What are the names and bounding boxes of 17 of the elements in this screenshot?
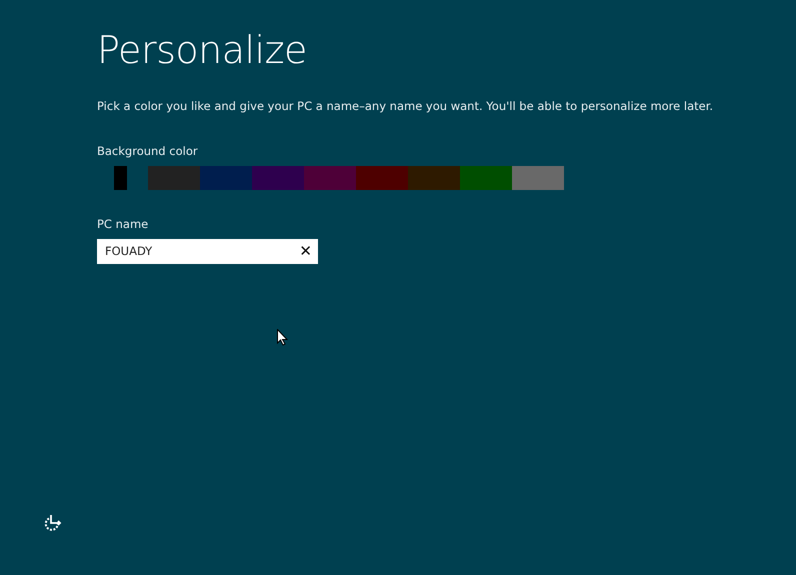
instruction-text: Pick a color you like and give your PC a name–any name you want. You'll be able to personalize more later.: [97, 98, 714, 115]
color-swatch[interactable]: [460, 166, 512, 190]
slider-thumb[interactable]: [114, 166, 128, 190]
color-swatch[interactable]: [200, 166, 252, 190]
color-swatch[interactable]: [356, 166, 408, 190]
color-swatch[interactable]: [512, 166, 564, 190]
page-title: Personalize: [97, 28, 308, 74]
color-swatch[interactable]: [408, 166, 460, 190]
color-swatch[interactable]: [252, 166, 304, 190]
color-swatch[interactable]: [148, 166, 200, 190]
clear-button[interactable]: ✕: [299, 244, 312, 260]
mouse-cursor-icon: [277, 329, 288, 346]
color-swatch[interactable]: [304, 166, 356, 190]
pc-name-field[interactable]: FOUADY ✕: [97, 239, 318, 264]
ease-of-access-icon[interactable]: [43, 514, 63, 532]
field-label: Background color: [97, 142, 199, 160]
field-label: PC name: [97, 216, 150, 234]
